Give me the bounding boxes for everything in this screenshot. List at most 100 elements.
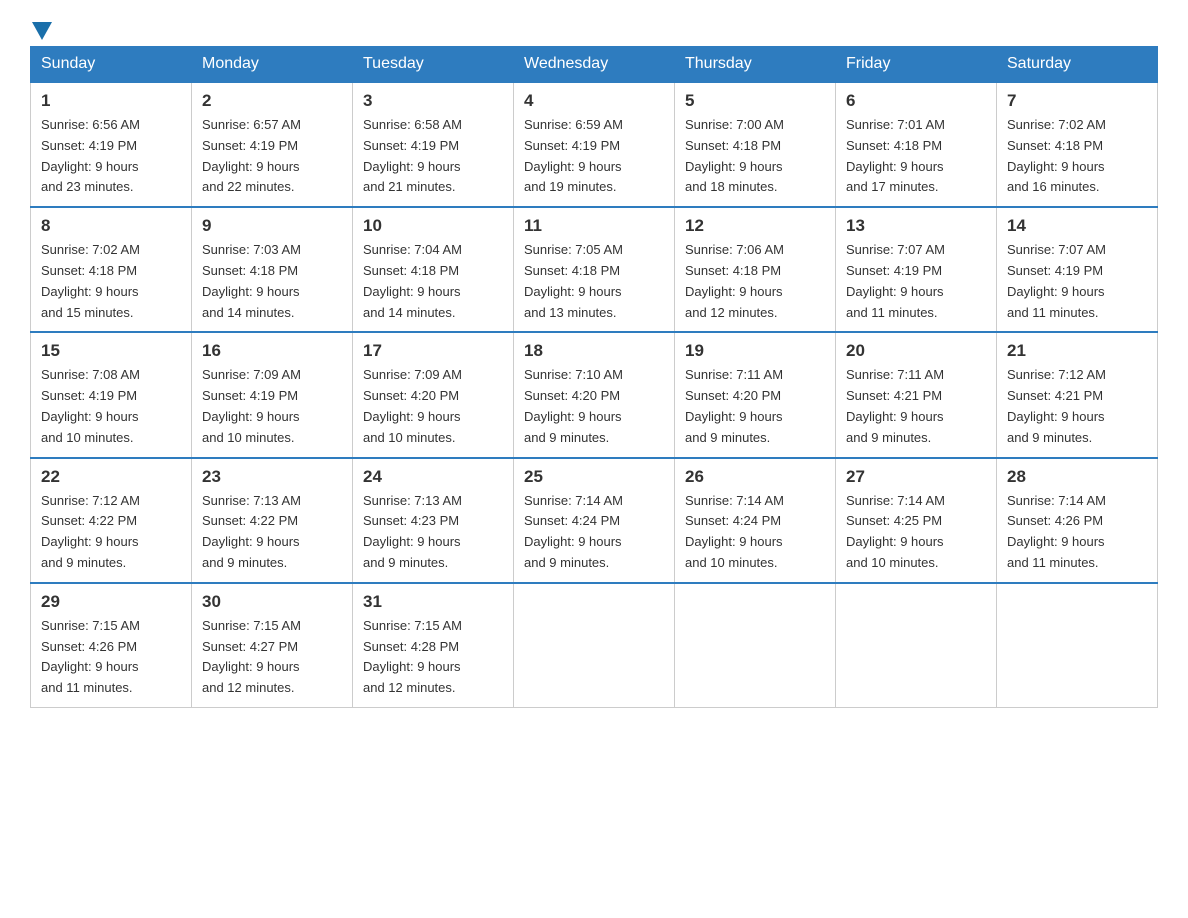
day-header-saturday: Saturday xyxy=(997,47,1158,83)
day-number: 23 xyxy=(202,467,342,487)
day-info: Sunrise: 7:11 AMSunset: 4:21 PMDaylight:… xyxy=(846,365,986,448)
day-number: 1 xyxy=(41,91,181,111)
day-number: 11 xyxy=(524,216,664,236)
day-info: Sunrise: 7:12 AMSunset: 4:21 PMDaylight:… xyxy=(1007,365,1147,448)
day-info: Sunrise: 6:59 AMSunset: 4:19 PMDaylight:… xyxy=(524,115,664,198)
day-info: Sunrise: 7:07 AMSunset: 4:19 PMDaylight:… xyxy=(1007,240,1147,323)
day-info: Sunrise: 7:00 AMSunset: 4:18 PMDaylight:… xyxy=(685,115,825,198)
day-info: Sunrise: 7:11 AMSunset: 4:20 PMDaylight:… xyxy=(685,365,825,448)
calendar-week-row: 8 Sunrise: 7:02 AMSunset: 4:18 PMDaylight… xyxy=(31,207,1158,332)
day-number: 12 xyxy=(685,216,825,236)
day-number: 4 xyxy=(524,91,664,111)
calendar-cell: 25Sunrise: 7:14 AMSunset: 4:24 PMDayligh… xyxy=(514,458,675,583)
calendar-table: SundayMondayTuesdayWednesdayThursdayFrid… xyxy=(30,46,1158,708)
calendar-header-row: SundayMondayTuesdayWednesdayThursdayFrid… xyxy=(31,47,1158,83)
calendar-cell: 3 Sunrise: 6:58 AMSunset: 4:19 PMDaylight… xyxy=(353,82,514,207)
day-info: Sunrise: 7:07 AMSunset: 4:19 PMDaylight:… xyxy=(846,240,986,323)
day-info: Sunrise: 7:08 AMSunset: 4:19 PMDaylight:… xyxy=(41,365,181,448)
day-info: Sunrise: 7:15 AMSunset: 4:28 PMDaylight:… xyxy=(363,616,503,699)
day-info: Sunrise: 7:12 AMSunset: 4:22 PMDaylight:… xyxy=(41,491,181,574)
calendar-cell: 4 Sunrise: 6:59 AMSunset: 4:19 PMDaylight… xyxy=(514,82,675,207)
day-number: 14 xyxy=(1007,216,1147,236)
day-info: Sunrise: 7:03 AMSunset: 4:18 PMDaylight:… xyxy=(202,240,342,323)
day-info: Sunrise: 7:01 AMSunset: 4:18 PMDaylight:… xyxy=(846,115,986,198)
calendar-cell: 18 Sunrise: 7:10 AMSunset: 4:20 PMDayligh… xyxy=(514,332,675,457)
day-number: 24 xyxy=(363,467,503,487)
day-number: 18 xyxy=(524,341,664,361)
calendar-cell: 1Sunrise: 6:56 AMSunset: 4:19 PMDaylight… xyxy=(31,82,192,207)
day-info: Sunrise: 7:05 AMSunset: 4:18 PMDaylight:… xyxy=(524,240,664,323)
calendar-cell: 31 Sunrise: 7:15 AMSunset: 4:28 PMDayligh… xyxy=(353,583,514,708)
day-info: Sunrise: 6:58 AMSunset: 4:19 PMDaylight:… xyxy=(363,115,503,198)
calendar-week-row: 29 Sunrise: 7:15 AMSunset: 4:26 PMDayligh… xyxy=(31,583,1158,708)
day-number: 16 xyxy=(202,341,342,361)
calendar-cell xyxy=(836,583,997,708)
day-number: 25 xyxy=(524,467,664,487)
calendar-week-row: 15 Sunrise: 7:08 AMSunset: 4:19 PMDayligh… xyxy=(31,332,1158,457)
calendar-week-row: 1Sunrise: 6:56 AMSunset: 4:19 PMDaylight… xyxy=(31,82,1158,207)
day-number: 19 xyxy=(685,341,825,361)
day-info: Sunrise: 7:02 AMSunset: 4:18 PMDaylight:… xyxy=(1007,115,1147,198)
page-header xyxy=(30,20,1158,36)
calendar-cell: 23 Sunrise: 7:13 AMSunset: 4:22 PMDayligh… xyxy=(192,458,353,583)
day-number: 9 xyxy=(202,216,342,236)
day-number: 13 xyxy=(846,216,986,236)
calendar-cell: 12 Sunrise: 7:06 AMSunset: 4:18 PMDayligh… xyxy=(675,207,836,332)
day-info: Sunrise: 7:13 AMSunset: 4:22 PMDaylight:… xyxy=(202,491,342,574)
day-info: Sunrise: 7:15 AMSunset: 4:26 PMDaylight:… xyxy=(41,616,181,699)
day-info: Sunrise: 7:14 AMSunset: 4:24 PMDaylight:… xyxy=(685,491,825,574)
calendar-cell: 19 Sunrise: 7:11 AMSunset: 4:20 PMDayligh… xyxy=(675,332,836,457)
day-info: Sunrise: 7:15 AMSunset: 4:27 PMDaylight:… xyxy=(202,616,342,699)
day-info: Sunrise: 7:14 AMSunset: 4:26 PMDaylight:… xyxy=(1007,491,1147,574)
calendar-cell: 14 Sunrise: 7:07 AMSunset: 4:19 PMDayligh… xyxy=(997,207,1158,332)
day-number: 20 xyxy=(846,341,986,361)
calendar-cell: 8 Sunrise: 7:02 AMSunset: 4:18 PMDaylight… xyxy=(31,207,192,332)
day-info: Sunrise: 7:10 AMSunset: 4:20 PMDaylight:… xyxy=(524,365,664,448)
calendar-cell: 21 Sunrise: 7:12 AMSunset: 4:21 PMDayligh… xyxy=(997,332,1158,457)
logo xyxy=(30,20,52,36)
day-number: 10 xyxy=(363,216,503,236)
day-header-monday: Monday xyxy=(192,47,353,83)
day-header-sunday: Sunday xyxy=(31,47,192,83)
day-number: 22 xyxy=(41,467,181,487)
day-number: 8 xyxy=(41,216,181,236)
calendar-cell: 2 Sunrise: 6:57 AMSunset: 4:19 PMDaylight… xyxy=(192,82,353,207)
day-header-wednesday: Wednesday xyxy=(514,47,675,83)
calendar-cell xyxy=(997,583,1158,708)
calendar-cell: 5Sunrise: 7:00 AMSunset: 4:18 PMDaylight… xyxy=(675,82,836,207)
day-number: 3 xyxy=(363,91,503,111)
calendar-cell: 9 Sunrise: 7:03 AMSunset: 4:18 PMDaylight… xyxy=(192,207,353,332)
day-info: Sunrise: 7:02 AMSunset: 4:18 PMDaylight:… xyxy=(41,240,181,323)
calendar-cell: 20 Sunrise: 7:11 AMSunset: 4:21 PMDayligh… xyxy=(836,332,997,457)
calendar-cell xyxy=(514,583,675,708)
day-header-tuesday: Tuesday xyxy=(353,47,514,83)
day-number: 27 xyxy=(846,467,986,487)
day-number: 2 xyxy=(202,91,342,111)
calendar-cell: 22 Sunrise: 7:12 AMSunset: 4:22 PMDayligh… xyxy=(31,458,192,583)
calendar-cell: 17 Sunrise: 7:09 AMSunset: 4:20 PMDayligh… xyxy=(353,332,514,457)
day-number: 17 xyxy=(363,341,503,361)
calendar-cell: 10Sunrise: 7:04 AMSunset: 4:18 PMDayligh… xyxy=(353,207,514,332)
day-number: 31 xyxy=(363,592,503,612)
calendar-cell: 11 Sunrise: 7:05 AMSunset: 4:18 PMDayligh… xyxy=(514,207,675,332)
day-info: Sunrise: 7:06 AMSunset: 4:18 PMDaylight:… xyxy=(685,240,825,323)
day-number: 30 xyxy=(202,592,342,612)
day-info: Sunrise: 7:09 AMSunset: 4:20 PMDaylight:… xyxy=(363,365,503,448)
day-number: 29 xyxy=(41,592,181,612)
calendar-cell: 7Sunrise: 7:02 AMSunset: 4:18 PMDaylight… xyxy=(997,82,1158,207)
day-number: 15 xyxy=(41,341,181,361)
day-header-friday: Friday xyxy=(836,47,997,83)
day-number: 6 xyxy=(846,91,986,111)
calendar-cell: 13 Sunrise: 7:07 AMSunset: 4:19 PMDayligh… xyxy=(836,207,997,332)
day-info: Sunrise: 7:14 AMSunset: 4:25 PMDaylight:… xyxy=(846,491,986,574)
calendar-cell: 28Sunrise: 7:14 AMSunset: 4:26 PMDayligh… xyxy=(997,458,1158,583)
logo-triangle-icon xyxy=(32,22,52,40)
calendar-cell: 15 Sunrise: 7:08 AMSunset: 4:19 PMDayligh… xyxy=(31,332,192,457)
day-info: Sunrise: 7:13 AMSunset: 4:23 PMDaylight:… xyxy=(363,491,503,574)
day-number: 21 xyxy=(1007,341,1147,361)
calendar-week-row: 22 Sunrise: 7:12 AMSunset: 4:22 PMDayligh… xyxy=(31,458,1158,583)
day-info: Sunrise: 6:57 AMSunset: 4:19 PMDaylight:… xyxy=(202,115,342,198)
calendar-cell: 16Sunrise: 7:09 AMSunset: 4:19 PMDayligh… xyxy=(192,332,353,457)
calendar-cell: 29 Sunrise: 7:15 AMSunset: 4:26 PMDayligh… xyxy=(31,583,192,708)
calendar-cell: 24 Sunrise: 7:13 AMSunset: 4:23 PMDayligh… xyxy=(353,458,514,583)
